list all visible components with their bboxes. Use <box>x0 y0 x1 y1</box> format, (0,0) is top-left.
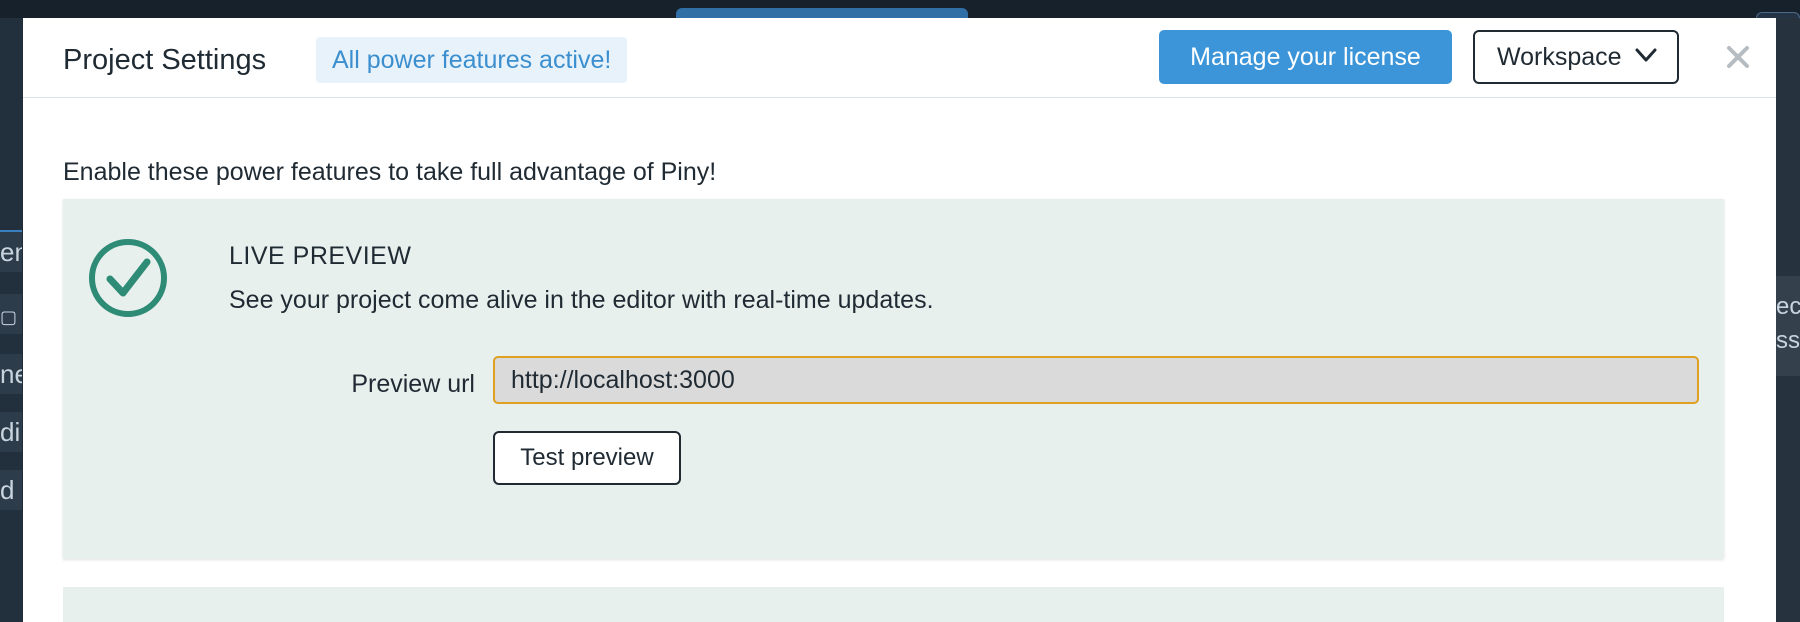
feature-title: LIVE PREVIEW <box>229 242 412 270</box>
feature-card-next <box>63 587 1724 622</box>
preview-url-input[interactable] <box>493 356 1699 404</box>
background-sidebar-row: ne <box>0 354 22 394</box>
background-file-icon: ▢ <box>0 307 18 327</box>
chevron-down-icon <box>1635 48 1657 62</box>
background-sidebar-row: d <box>0 470 22 510</box>
manage-license-button[interactable]: Manage your license <box>1159 30 1452 84</box>
close-icon[interactable] <box>1723 42 1753 72</box>
modal-header: Project Settings All power features acti… <box>23 18 1776 98</box>
workspace-select[interactable]: Workspace <box>1473 30 1679 84</box>
background-sidebar-row: di <box>0 412 22 452</box>
workspace-select-value: Workspace <box>1497 43 1622 71</box>
modal-body: Enable these power features to take full… <box>23 99 1776 622</box>
background-right-panel: ec ss <box>1776 276 1800 376</box>
feature-card-live-preview: LIVE PREVIEW See your project come alive… <box>63 199 1724 559</box>
project-settings-modal: Project Settings All power features acti… <box>23 18 1776 622</box>
background-sidebar-row: em <box>0 232 22 272</box>
check-circle-icon <box>89 239 167 317</box>
preview-url-label: Preview url <box>351 370 475 398</box>
modal-title: Project Settings <box>63 44 267 76</box>
background-sidebar-row: ▢ <box>0 294 22 334</box>
feature-description: See your project come alive in the edito… <box>229 286 934 314</box>
test-preview-button[interactable]: Test preview <box>493 431 681 485</box>
status-badge: All power features active! <box>316 37 628 83</box>
intro-text: Enable these power features to take full… <box>63 158 717 186</box>
